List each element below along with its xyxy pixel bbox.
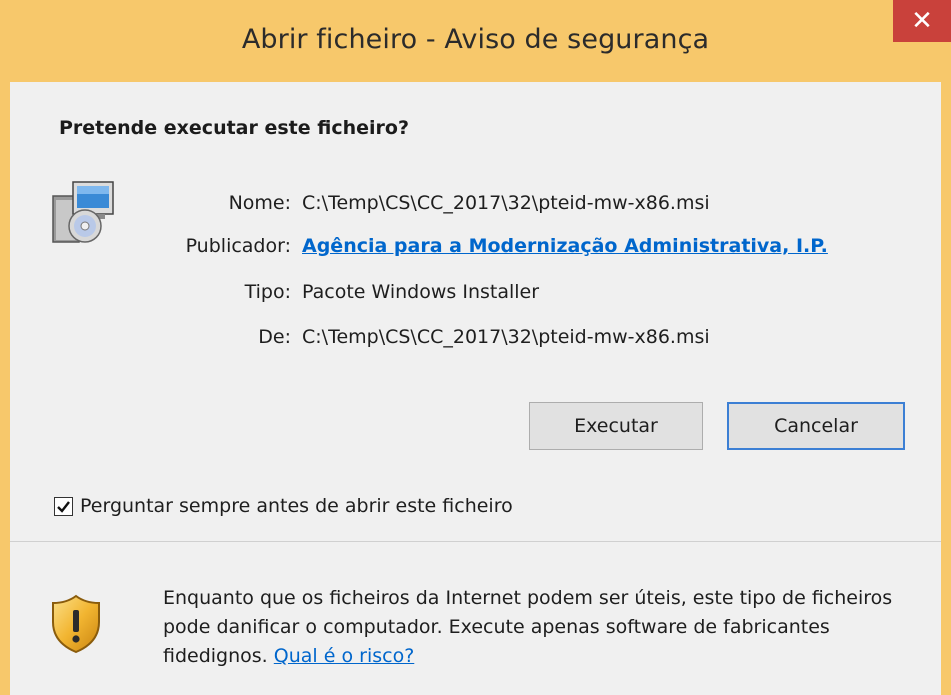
type-label: Tipo: [244,281,291,303]
always-ask-checkbox[interactable] [54,496,73,516]
run-button[interactable]: Executar [529,402,703,450]
window-title: Abrir ficheiro - Aviso de segurança [241,24,710,55]
from-label: De: [258,326,291,348]
publisher-label: Publicador: [185,235,291,257]
warning-text: Enquanto que os ficheiros da Internet po… [163,587,893,667]
close-button[interactable]: ✕ [893,0,951,42]
risk-info-link[interactable]: Qual é o risco? [274,645,415,667]
name-value: C:\Temp\CS\CC_2017\32\pteid-mw-x86.msi [302,192,710,214]
always-ask-label: Perguntar sempre antes de abrir este fic… [80,495,513,517]
warning-message: Enquanto que os ficheiros da Internet po… [163,584,923,671]
dialog-body: Pretende executar este ficheiro? Nome: C… [10,82,941,695]
title-bar[interactable]: Abrir ficheiro - Aviso de segurança ✕ [0,0,951,82]
name-label: Nome: [228,192,291,214]
always-ask-option[interactable]: Perguntar sempre antes de abrir este fic… [54,495,513,517]
dialog-heading: Pretende executar este ficheiro? [59,117,409,139]
checkmark-icon [57,500,70,513]
security-shield-icon [52,594,100,654]
type-value: Pacote Windows Installer [302,281,540,303]
security-warning-dialog: Abrir ficheiro - Aviso de segurança ✕ Pr… [0,0,951,695]
cancel-button[interactable]: Cancelar [727,402,905,450]
publisher-link[interactable]: Agência para a Modernização Administrati… [302,235,828,257]
close-icon: ✕ [911,6,933,36]
section-divider [10,541,941,542]
from-value: C:\Temp\CS\CC_2017\32\pteid-mw-x86.msi [302,326,710,348]
